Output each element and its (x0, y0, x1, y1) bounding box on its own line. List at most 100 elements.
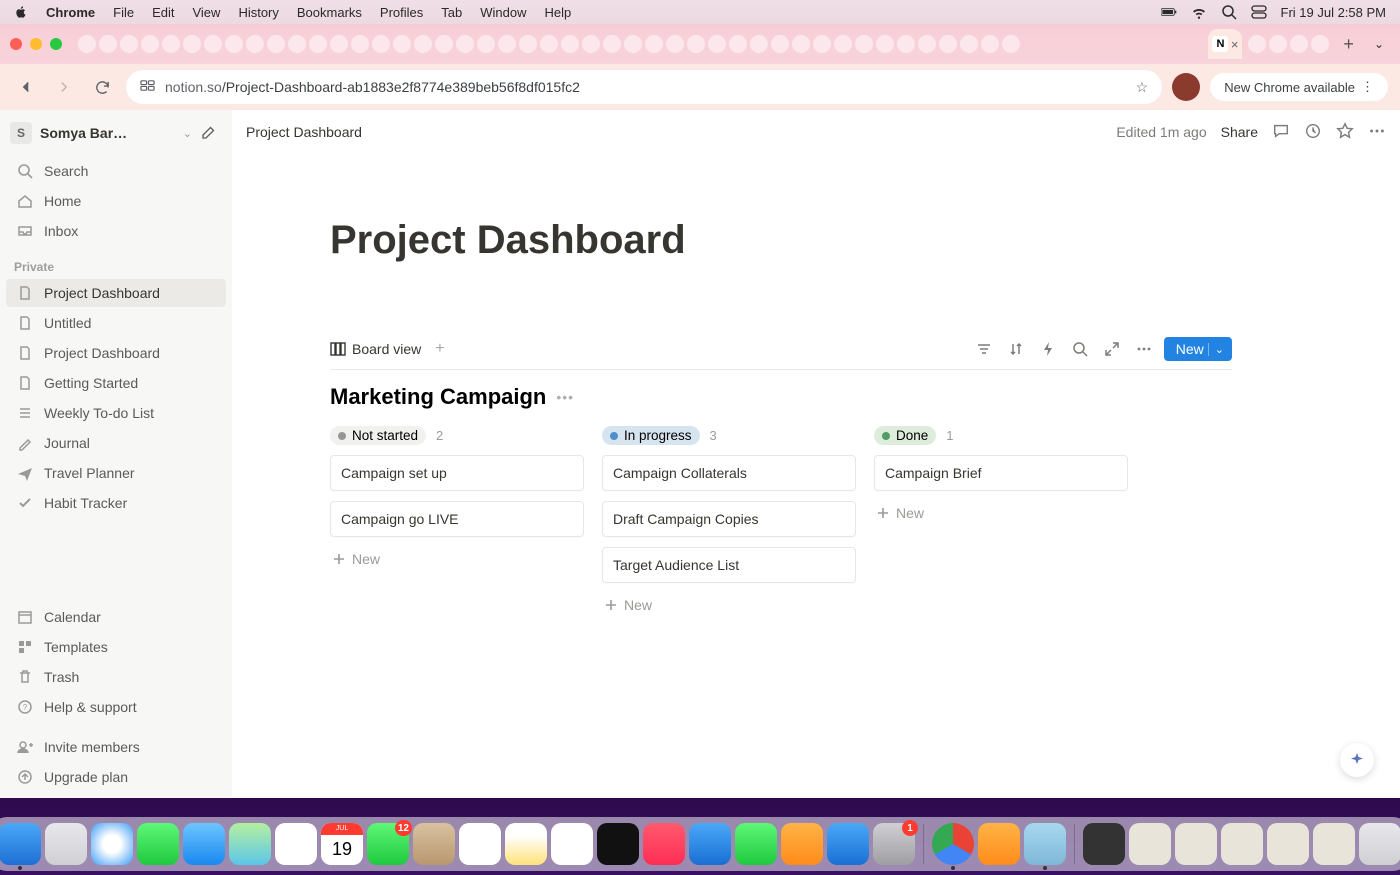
sidebar-page[interactable]: Weekly To-do List (6, 399, 226, 427)
dock-launchpad-icon[interactable] (45, 823, 87, 865)
close-window-button[interactable] (10, 38, 22, 50)
dock-freeform-icon[interactable] (551, 823, 593, 865)
new-row-button[interactable]: New ⌄ (1164, 337, 1232, 361)
close-tab-icon[interactable]: × (1231, 37, 1239, 52)
tab-overflow-button[interactable]: ⌄ (1368, 35, 1390, 53)
apple-logo-icon[interactable] (14, 5, 28, 19)
dock-minimized-window[interactable] (1267, 823, 1309, 865)
new-tab-button[interactable]: + (1335, 34, 1362, 55)
expand-icon[interactable] (1100, 341, 1124, 357)
active-tab[interactable]: N × (1208, 29, 1242, 59)
comments-icon[interactable] (1272, 122, 1290, 143)
dock-maps-icon[interactable] (229, 823, 271, 865)
menubar-item[interactable]: Bookmarks (297, 5, 362, 20)
address-bar[interactable]: notion.so/Project-Dashboard-ab1883e2f877… (126, 70, 1162, 104)
status-pill[interactable]: In progress (602, 426, 700, 445)
dock-facetime-icon[interactable]: 12 (367, 823, 409, 865)
dock-preview-icon[interactable] (1024, 823, 1066, 865)
site-info-icon[interactable] (140, 78, 155, 96)
dock-trash-icon[interactable] (1359, 823, 1400, 865)
control-center-icon[interactable] (1251, 4, 1267, 20)
dock-pages-icon[interactable] (781, 823, 823, 865)
add-view-button[interactable]: + (429, 340, 450, 358)
dock-music-icon[interactable] (643, 823, 685, 865)
sidebar-upgrade[interactable]: Upgrade plan (6, 763, 226, 791)
breadcrumb[interactable]: Project Dashboard (246, 124, 362, 140)
add-card-button[interactable]: New (330, 547, 584, 571)
column-header[interactable]: Not started2 (330, 426, 584, 445)
database-menu-icon[interactable]: ••• (556, 389, 574, 405)
menubar-item[interactable]: View (192, 5, 220, 20)
dock-notes-icon[interactable] (505, 823, 547, 865)
search-db-icon[interactable] (1068, 341, 1092, 357)
dock-mail-icon[interactable] (183, 823, 225, 865)
board-card[interactable]: Draft Campaign Copies (602, 501, 856, 537)
bookmark-star-icon[interactable]: ☆ (1136, 79, 1149, 96)
window-controls[interactable] (10, 38, 62, 50)
status-pill[interactable]: Not started (330, 426, 426, 445)
sidebar-page[interactable]: Project Dashboard (6, 279, 226, 307)
sidebar-help[interactable]: ?Help & support (6, 693, 226, 721)
macos-dock[interactable]: JUL19 12 1 (0, 817, 1400, 871)
more-db-icon[interactable] (1132, 341, 1156, 357)
sidebar-calendar[interactable]: Calendar (6, 603, 226, 631)
sort-icon[interactable] (1004, 341, 1028, 357)
dock-minimized-window[interactable] (1175, 823, 1217, 865)
chrome-update-pill[interactable]: New Chrome available ⋮ (1210, 73, 1388, 101)
status-pill[interactable]: Done (874, 426, 936, 445)
sidebar-page[interactable]: Travel Planner (6, 459, 226, 487)
favorite-star-icon[interactable] (1336, 122, 1354, 143)
sidebar-page[interactable]: Habit Tracker (6, 489, 226, 517)
dock-tv-icon[interactable] (597, 823, 639, 865)
fullscreen-window-button[interactable] (50, 38, 62, 50)
dock-finder-icon[interactable] (0, 823, 41, 865)
minimize-window-button[interactable] (30, 38, 42, 50)
chevron-down-icon[interactable]: ⌄ (1208, 343, 1224, 356)
profile-avatar[interactable] (1172, 73, 1200, 101)
sidebar-page[interactable]: Project Dashboard (6, 339, 226, 367)
dock-safari-icon[interactable] (91, 823, 133, 865)
back-button[interactable] (12, 73, 40, 101)
menubar-item[interactable]: Profiles (380, 5, 423, 20)
sidebar-page[interactable]: Journal (6, 429, 226, 457)
dock-minimized-window[interactable] (1129, 823, 1171, 865)
more-horiz-icon[interactable] (1368, 122, 1386, 143)
sidebar-trash[interactable]: Trash (6, 663, 226, 691)
automations-icon[interactable] (1036, 341, 1060, 357)
board-card[interactable]: Campaign Collaterals (602, 455, 856, 491)
sidebar-templates[interactable]: Templates (6, 633, 226, 661)
forward-button[interactable] (50, 73, 78, 101)
board-card[interactable]: Campaign set up (330, 455, 584, 491)
dock-minimized-window[interactable] (1083, 823, 1125, 865)
column-header[interactable]: Done1 (874, 426, 1128, 445)
dock-books-icon[interactable] (978, 823, 1020, 865)
dock-minimized-window[interactable] (1221, 823, 1263, 865)
reload-button[interactable] (88, 73, 116, 101)
dock-chrome-icon[interactable] (932, 823, 974, 865)
dock-appstore-icon[interactable] (827, 823, 869, 865)
dock-messages-icon[interactable] (137, 823, 179, 865)
menubar-app-name[interactable]: Chrome (46, 5, 95, 20)
database-title[interactable]: Marketing Campaign (330, 384, 546, 410)
updates-icon[interactable] (1304, 122, 1322, 143)
share-button[interactable]: Share (1221, 124, 1258, 140)
menubar-item[interactable]: History (238, 5, 278, 20)
sidebar-inbox[interactable]: Inbox (6, 217, 226, 245)
menubar-item[interactable]: Window (480, 5, 526, 20)
background-tabs[interactable] (78, 35, 1202, 53)
board-card[interactable]: Campaign Brief (874, 455, 1128, 491)
ai-assistant-fab[interactable] (1340, 743, 1374, 777)
add-card-button[interactable]: New (602, 593, 856, 617)
dock-settings-icon[interactable]: 1 (873, 823, 915, 865)
menubar-item[interactable]: Edit (152, 5, 174, 20)
spotlight-icon[interactable] (1221, 4, 1237, 20)
dock-reminders-icon[interactable] (459, 823, 501, 865)
menubar-item[interactable]: File (113, 5, 134, 20)
sidebar-page[interactable]: Untitled (6, 309, 226, 337)
wifi-icon[interactable] (1191, 4, 1207, 20)
view-tab-board[interactable]: Board view (330, 341, 421, 357)
board-card[interactable]: Campaign go LIVE (330, 501, 584, 537)
dock-contacts-icon[interactable] (413, 823, 455, 865)
sidebar-page[interactable]: Getting Started (6, 369, 226, 397)
dock-calendar-icon[interactable]: JUL19 (321, 823, 363, 865)
